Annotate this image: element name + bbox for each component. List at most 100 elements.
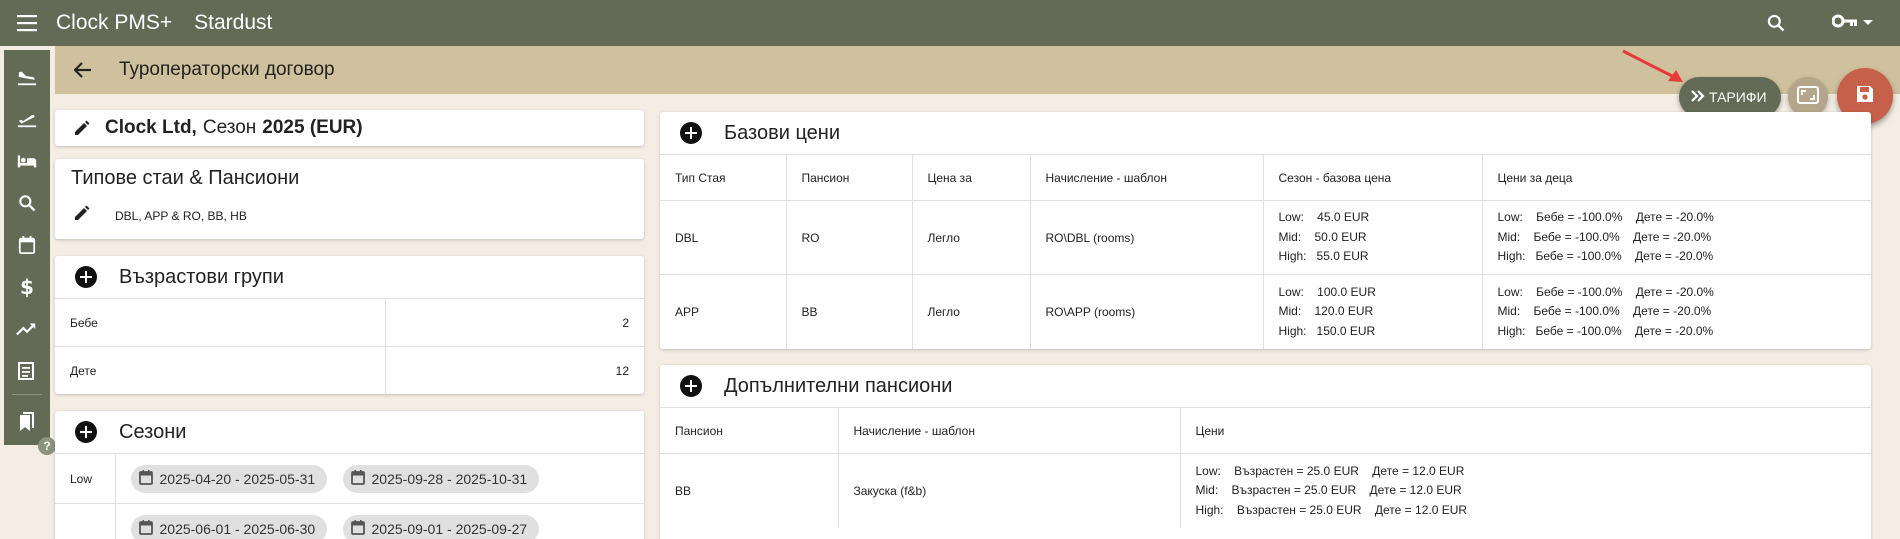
table-row[interactable]: Low 2025-04-20 - 2025-05-31 2025-09-28 -… [55, 453, 644, 504]
template-cell: Закуска (f&b) [837, 453, 1180, 528]
page-title: Туроператорски договор [119, 59, 335, 80]
table-row[interactable]: DBL RO Легло RO\DBL (rooms) Low: 45.0 EU… [660, 200, 1871, 275]
date-range-label: 2025-09-28 - 2025-10-31 [371, 470, 528, 487]
column-header: Цена за [911, 154, 1030, 201]
child-price-line: Mid: Бебе = -100.0% Дете = -20.0% [1497, 304, 1712, 318]
calendar-icon [138, 519, 153, 538]
tariffs-button[interactable]: ТАРИФИ [1679, 77, 1781, 117]
date-range-label: 2025-09-01 - 2025-09-27 [371, 520, 528, 537]
receipt-icon[interactable] [4, 350, 50, 392]
age-group-name: Дете [55, 346, 385, 394]
season-name [55, 503, 115, 539]
fullscreen-icon [1797, 85, 1819, 109]
season-price-line: High: 55.0 EUR [1278, 249, 1369, 264]
dollar-icon[interactable]: $ [4, 266, 50, 308]
column-header: Начисление - шаблон [1029, 154, 1263, 201]
date-range-chip[interactable]: 2025-04-20 - 2025-05-31 [130, 464, 328, 493]
table-row[interactable]: BB Закуска (f&b) Low: Възрастен = 25.0 E… [660, 453, 1871, 528]
bed-icon[interactable] [4, 140, 50, 182]
age-groups-card: Възрастови групи Бебе 2 Дете 12 [55, 256, 644, 394]
tariffs-label: ТАРИФИ [1709, 89, 1767, 105]
extra-boards-card: Допълнителни пансиони Пансион Начисление… [660, 365, 1871, 539]
hotel-name[interactable]: Stardust [194, 11, 272, 35]
column-header: Цени за деца [1481, 154, 1871, 201]
age-groups-table: Бебе 2 Дете 12 [55, 298, 644, 394]
contract-card: Clock Ltd, Сезон 2025 (EUR) [55, 110, 644, 146]
trending-up-icon[interactable] [4, 308, 50, 350]
column-header: Пансион [785, 154, 912, 201]
seasons-title: Сезони [119, 420, 187, 443]
search-icon[interactable] [4, 182, 50, 224]
app-title: Clock PMS+ [56, 11, 173, 34]
add-icon[interactable] [680, 375, 702, 397]
board-cell: RO [785, 200, 912, 275]
column-header: Начисление - шаблон [837, 407, 1180, 454]
double-chevron-right-icon [1691, 89, 1705, 105]
chevron-down-icon [1862, 14, 1874, 32]
calendar-icon [350, 469, 365, 488]
date-range-chip[interactable]: 2025-06-01 - 2025-06-30 [130, 514, 328, 539]
search-icon[interactable] [1756, 0, 1796, 46]
extra-boards-title: Допълнителни пансиони [724, 374, 953, 397]
price-line: Mid: Възрастен = 25.0 EUR Дете = 12.0 EU… [1195, 483, 1462, 497]
room-type-cell: APP [660, 274, 786, 349]
fullscreen-button[interactable] [1788, 77, 1828, 117]
account-menu[interactable] [1818, 0, 1888, 46]
save-icon [1855, 84, 1875, 109]
table-header-row: Тип Стая Пансион Цена за Начисление - ша… [660, 154, 1871, 201]
date-range-chip[interactable]: 2025-09-28 - 2025-10-31 [342, 464, 540, 493]
rail-divider [12, 394, 42, 395]
child-price-line: High: Бебе = -100.0% Дете = -20.0% [1497, 249, 1714, 264]
key-icon [1831, 13, 1858, 34]
template-cell: RO\APP (rooms) [1029, 274, 1263, 349]
calendar-icon [350, 519, 365, 538]
price-for-cell: Легло [911, 200, 1030, 275]
child-price-line: Mid: Бебе = -100.0% Дете = -20.0% [1497, 229, 1712, 244]
table-row[interactable]: Дете 12 [55, 346, 644, 394]
column-header: Пансион [660, 407, 838, 454]
edit-icon[interactable] [73, 119, 91, 137]
contract-season-prefix: Сезон [202, 117, 257, 138]
board-cell: BB [785, 274, 912, 349]
room-type-cell: DBL [660, 200, 786, 275]
table-row[interactable]: 2025-06-01 - 2025-06-30 2025-09-01 - 202… [55, 503, 644, 539]
season-name: Low [55, 453, 115, 504]
airplane-takeoff-icon[interactable] [4, 98, 50, 140]
season-price-line: Mid: 120.0 EUR [1278, 304, 1374, 318]
column-header: Сезон - базова цена [1262, 154, 1482, 201]
season-price-line: Mid: 50.0 EUR [1278, 229, 1367, 244]
age-groups-title: Възрастови групи [119, 265, 284, 288]
season-prices-cell: Low: 100.0 EUR Mid: 120.0 EUR High: 150.… [1262, 274, 1482, 349]
age-group-value: 2 [384, 298, 644, 347]
base-prices-title: Базови цени [724, 121, 841, 144]
child-price-line: Low: Бебе = -100.0% Дете = -20.0% [1497, 284, 1714, 299]
prices-cell: Low: Възрастен = 25.0 EUR Дете = 12.0 EU… [1179, 453, 1871, 528]
date-range-label: 2025-04-20 - 2025-05-31 [159, 470, 316, 487]
edit-icon[interactable] [73, 204, 91, 227]
seasons-table: Low 2025-04-20 - 2025-05-31 2025-09-28 -… [55, 453, 644, 539]
arrow-back-icon[interactable] [55, 46, 111, 94]
base-prices-card: Базови цени Тип Стая Пансион Цена за Нач… [660, 112, 1871, 349]
child-prices-cell: Low: Бебе = -100.0% Дете = -20.0% Mid: Б… [1481, 274, 1871, 349]
add-icon[interactable] [75, 266, 97, 288]
add-icon[interactable] [680, 122, 702, 144]
calendar-icon[interactable] [4, 224, 50, 266]
room-types-value: DBL, APP & RO, BB, HB [115, 208, 247, 223]
season-prices-cell: Low: 45.0 EUR Mid: 50.0 EUR High: 55.0 E… [1262, 200, 1482, 275]
price-line: High: Възрастен = 25.0 EUR Дете = 12.0 E… [1195, 502, 1468, 517]
airplane-landing-icon[interactable] [4, 56, 50, 98]
add-icon[interactable] [75, 421, 97, 443]
seasons-card: Сезони Low 2025-04-20 - 2025-05-31 2025-… [55, 411, 644, 539]
table-row[interactable]: Бебе 2 [55, 298, 644, 347]
page-header: Туроператорски договор [55, 46, 1900, 94]
table-row[interactable]: APP BB Легло RO\APP (rooms) Low: 100.0 E… [660, 274, 1871, 349]
help-icon[interactable]: ? [38, 437, 56, 455]
room-types-title: Типове стаи & Пансиони [71, 167, 300, 189]
contract-season-year: 2025 (EUR) [262, 117, 363, 138]
base-prices-table: Тип Стая Пансион Цена за Начисление - ша… [660, 154, 1871, 349]
template-cell: RO\DBL (rooms) [1029, 200, 1263, 275]
date-range-chip[interactable]: 2025-09-01 - 2025-09-27 [342, 514, 540, 539]
price-for-cell: Легло [911, 274, 1030, 349]
menu-icon[interactable] [0, 0, 56, 46]
season-price-line: High: 150.0 EUR [1278, 323, 1376, 338]
